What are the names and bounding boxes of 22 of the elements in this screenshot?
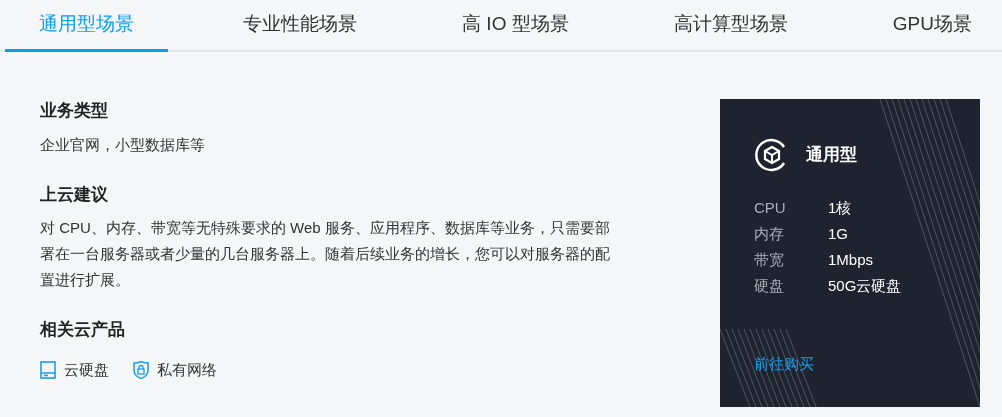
spec-value: 50G云硬盘 bbox=[828, 276, 902, 296]
spec-value: 1G bbox=[828, 224, 848, 244]
tab[interactable]: GPU场景 bbox=[862, 0, 1002, 52]
tab[interactable]: 专业性能场景 bbox=[213, 0, 388, 52]
shield-lock-icon bbox=[133, 360, 149, 379]
section-text: 对 CPU、内存、带宽等无特殊要求的 Web 服务、应用程序、数据库等业务，只需要部署在一台服务器或者少量的几台服务器上。随着后续业务的增长，您可以对服务器的配置进行扩展。 bbox=[40, 218, 611, 290]
spec-value: 1核 bbox=[828, 198, 852, 218]
section-text: 企业官网，小型数据库等 bbox=[40, 134, 206, 155]
tab[interactable]: 高 IO 型场景 bbox=[432, 0, 599, 52]
spec-label: CPU bbox=[754, 198, 787, 218]
section-heading: 相关云产品 bbox=[40, 319, 126, 341]
product-link[interactable]: 私有网络 bbox=[157, 358, 217, 381]
tab[interactable]: 高计算型场景 bbox=[643, 0, 818, 52]
spec-label: 硬盘 bbox=[754, 276, 785, 296]
buy-link[interactable]: 前往购买 bbox=[754, 352, 814, 375]
section-heading: 业务类型 bbox=[40, 100, 109, 122]
section-heading: 上云建议 bbox=[40, 183, 109, 206]
spec-label: 内存 bbox=[754, 224, 785, 244]
product-link[interactable]: 云硬盘 bbox=[64, 358, 109, 381]
spec-label: 带宽 bbox=[754, 250, 785, 270]
spec-value: 1Mbps bbox=[828, 250, 874, 270]
card-title: 通用型 bbox=[806, 144, 857, 167]
